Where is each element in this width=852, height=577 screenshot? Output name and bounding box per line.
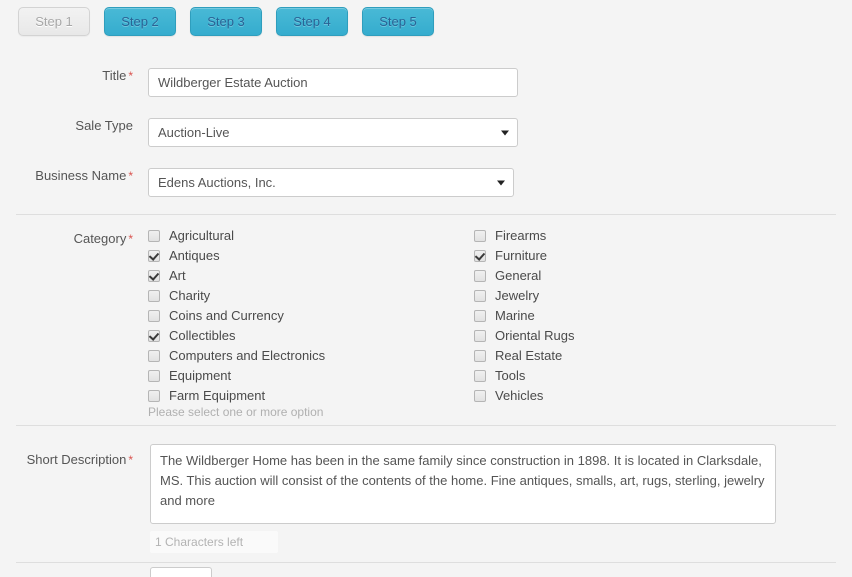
title-input[interactable] [148, 68, 518, 97]
category-label-item: Coins and Currency [169, 308, 284, 323]
category-help-text: Please select one or more option [148, 405, 324, 419]
category-label-item: Jewelry [495, 288, 540, 303]
category-label-item: Marine [495, 308, 535, 323]
field-row-business-name: Business Name * Edens Auctions, Inc. [0, 168, 514, 197]
character-counter: 1 Characters left [150, 531, 278, 553]
short-description-label: Short Description * [0, 452, 133, 468]
sale-type-label-text: Sale Type [75, 118, 133, 133]
short-description-label-text: Short Description [26, 452, 127, 467]
checkbox-icon[interactable] [474, 290, 486, 302]
category-label-text: Category [73, 231, 127, 246]
category-checkbox-row[interactable]: Coins and Currency [148, 306, 325, 326]
next-field-input[interactable] [150, 567, 212, 577]
category-label-item: Real Estate [495, 348, 563, 363]
checkbox-icon[interactable] [148, 270, 160, 282]
category-label-item: Collectibles [169, 328, 236, 343]
category-column-right: Firearms Furniture General Jewelry Marine Ori… [474, 226, 574, 406]
category-label-item: Computers and Electronics [169, 348, 326, 363]
checkbox-icon[interactable] [474, 350, 486, 362]
section-divider [16, 562, 836, 563]
checkbox-icon[interactable] [474, 330, 486, 342]
section-divider [16, 214, 836, 215]
checkbox-icon[interactable] [148, 290, 160, 302]
category-label-item: Antiques [169, 248, 220, 263]
category-column-left: Agricultural Antiques Art Charity Coins and … [148, 226, 325, 406]
category-checkbox-row[interactable]: Marine [474, 306, 574, 326]
step-button-2[interactable]: Step 2 [104, 7, 176, 36]
checkbox-icon[interactable] [474, 310, 486, 322]
checkbox-icon[interactable] [148, 310, 160, 322]
category-label-item: Farm Equipment [169, 388, 266, 403]
title-label-text: Title [102, 68, 127, 83]
category-checkbox-row[interactable]: Farm Equipment [148, 386, 325, 406]
category-label-item: Charity [169, 288, 211, 303]
step-button-4[interactable]: Step 4 [276, 7, 348, 36]
short-description-textarea[interactable] [150, 444, 776, 524]
category-checkbox-row[interactable]: General [474, 266, 574, 286]
category-label-item: Firearms [495, 228, 547, 243]
category-label-item: Oriental Rugs [495, 328, 575, 343]
checkbox-icon[interactable] [148, 350, 160, 362]
checkbox-icon[interactable] [474, 370, 486, 382]
category-checkbox-row[interactable]: Vehicles [474, 386, 574, 406]
category-checkbox-row[interactable]: Equipment [148, 366, 325, 386]
category-label-item: Tools [495, 368, 526, 383]
category-label: Category * [0, 231, 133, 247]
required-asterisk: * [128, 69, 133, 83]
category-label-item: General [495, 268, 542, 283]
business-name-select[interactable]: Edens Auctions, Inc. [148, 168, 514, 197]
field-row-sale-type: Sale Type Auction-Live [0, 118, 518, 147]
business-name-select-value[interactable]: Edens Auctions, Inc. [148, 168, 514, 197]
step-button-3[interactable]: Step 3 [190, 7, 262, 36]
category-label-item: Vehicles [495, 388, 544, 403]
business-name-label-text: Business Name [35, 168, 127, 183]
category-checkbox-row[interactable]: Furniture [474, 246, 574, 266]
step-navigation: Step 1 Step 2 Step 3 Step 4 Step 5 [18, 7, 434, 36]
required-asterisk: * [128, 169, 133, 183]
category-checkbox-row[interactable]: Jewelry [474, 286, 574, 306]
category-checkbox-row[interactable]: Antiques [148, 246, 325, 266]
checkbox-icon[interactable] [148, 250, 160, 262]
checkbox-icon[interactable] [474, 250, 486, 262]
category-label-item: Agricultural [169, 228, 235, 243]
step-button-1[interactable]: Step 1 [18, 7, 90, 36]
category-checkbox-row[interactable]: Charity [148, 286, 325, 306]
category-checkbox-row[interactable]: Agricultural [148, 226, 325, 246]
category-checkbox-row[interactable]: Firearms [474, 226, 574, 246]
checkbox-icon[interactable] [474, 270, 486, 282]
category-label-item: Equipment [169, 368, 232, 383]
category-checkbox-row[interactable]: Collectibles [148, 326, 325, 346]
business-name-label: Business Name * [0, 168, 133, 184]
sale-type-select-value[interactable]: Auction-Live [148, 118, 518, 147]
category-checkbox-row[interactable]: Real Estate [474, 346, 574, 366]
required-asterisk: * [128, 232, 133, 246]
field-row-title: Title * [0, 68, 518, 97]
checkbox-icon[interactable] [148, 330, 160, 342]
step-button-5[interactable]: Step 5 [362, 7, 434, 36]
category-checkbox-row[interactable]: Oriental Rugs [474, 326, 574, 346]
section-divider [16, 425, 836, 426]
category-checkbox-row[interactable]: Tools [474, 366, 574, 386]
category-checkbox-row[interactable]: Computers and Electronics [148, 346, 325, 366]
category-label-item: Art [169, 268, 186, 283]
checkbox-icon[interactable] [474, 230, 486, 242]
checkbox-icon[interactable] [474, 390, 486, 402]
sale-type-label: Sale Type [0, 118, 133, 134]
checkbox-icon[interactable] [148, 370, 160, 382]
category-label-item: Furniture [495, 248, 548, 263]
checkbox-icon[interactable] [148, 230, 160, 242]
category-checkbox-row[interactable]: Art [148, 266, 325, 286]
checkbox-icon[interactable] [148, 390, 160, 402]
sale-type-select[interactable]: Auction-Live [148, 118, 518, 147]
required-asterisk: * [128, 453, 133, 467]
title-label: Title * [0, 68, 133, 84]
